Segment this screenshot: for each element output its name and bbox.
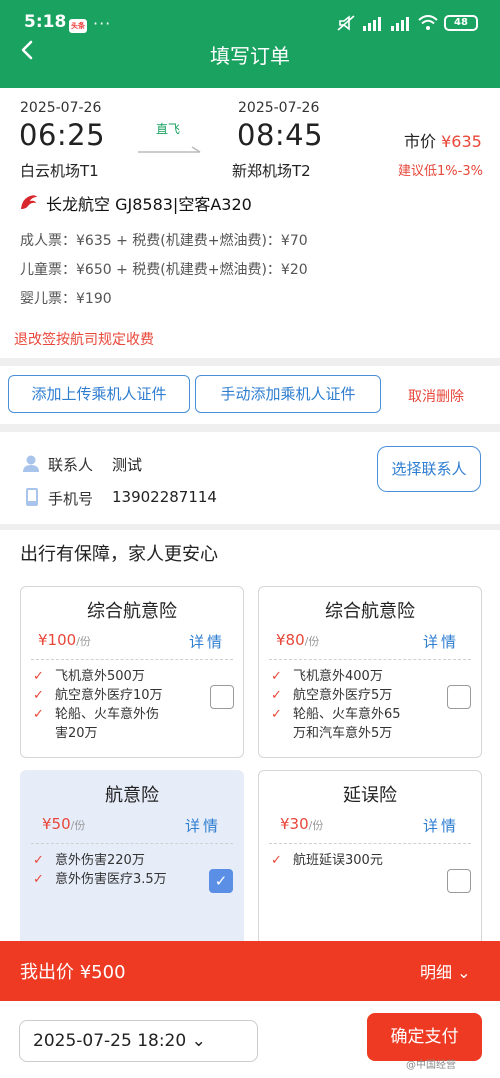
insurance-price: ¥100/份 xyxy=(38,631,91,649)
chevron-down-icon: ⌄ xyxy=(191,1031,206,1051)
insurance-heading: 出行有保障，家人更安心 xyxy=(20,544,218,565)
divider xyxy=(31,659,233,660)
signal-icon xyxy=(391,17,409,31)
status-icons: 48 xyxy=(336,15,478,31)
divider xyxy=(269,843,471,844)
chevron-down-icon: ⌄ xyxy=(457,963,471,982)
fare-infant: 婴儿票：¥190 xyxy=(20,291,112,307)
insurance-name: 综合航意险 xyxy=(325,601,415,622)
insurance-features: ✓ 意外伤害220万 ✓ 意外伤害医疗3.5万 xyxy=(33,853,167,887)
arrive-time: 08:45 xyxy=(237,118,324,152)
insurance-features: ✓ 飞机意外400万 ✓ 航空意外医疗5万 ✓ 轮船、火车意外65 万和汽车意外5万 xyxy=(271,669,401,741)
price-advice: 建议低1%-3% xyxy=(398,164,483,179)
insurance-price: ¥80/份 xyxy=(276,631,320,649)
insurance-name: 延误险 xyxy=(343,785,397,806)
depart-time: 06:25 xyxy=(19,118,106,152)
airline-logo-icon xyxy=(21,195,37,209)
fare-adult: 成人票：¥635 + 税费(机建费+燃油费)：¥70 xyxy=(20,233,308,249)
insurance-features: ✓ 飞机意外500万 ✓ 航空意外医疗10万 ✓ 轮船、火车意外伤 害20万 xyxy=(33,669,163,741)
depart-airport: 白云机场T1 xyxy=(20,162,99,180)
check-icon: ✓ xyxy=(33,853,44,868)
datetime-select[interactable]: 2025-07-25 18:20 ⌄ xyxy=(19,1020,258,1062)
contact-phone-value: 13902287114 xyxy=(112,488,217,506)
insurance-features: ✓ 航班延误300元 xyxy=(271,853,383,868)
airline-info: 长龙航空 GJ8583|空客A320 xyxy=(46,195,252,214)
upload-passenger-id-button[interactable]: 添加上传乘机人证件 xyxy=(8,375,190,413)
check-icon: ✓ xyxy=(271,688,282,703)
fare-child: 儿童票：¥650 + 税费(机建费+燃油费)：¥20 xyxy=(20,262,308,278)
insurance-price: ¥50/份 xyxy=(42,815,86,833)
divider xyxy=(31,843,233,844)
insurance-card-comprehensive-100[interactable]: 综合航意险 ¥100/份 详情 ✓ 飞机意外500万 ✓ 航空意外医疗10万 ✓ 轮船… xyxy=(20,586,244,758)
contact-name-label: 联系人 xyxy=(48,456,94,474)
depart-date: 2025-07-26 xyxy=(20,100,102,116)
insurance-detail-link[interactable]: 详情 xyxy=(189,631,225,652)
arrive-date: 2025-07-26 xyxy=(238,100,320,116)
insurance-card-comprehensive-80[interactable]: 综合航意险 ¥80/份 详情 ✓ 飞机意外400万 ✓ 航空意外医疗5万 ✓ 轮船、火… xyxy=(258,586,482,758)
flight-info-card: 2025-07-26 06:25 白云机场T1 直飞 2025-07-26 08… xyxy=(0,88,500,358)
check-icon: ✓ xyxy=(33,707,44,722)
status-time: 5:18 xyxy=(24,12,67,32)
confirm-pay-button[interactable]: 确定支付 xyxy=(367,1013,482,1061)
insurance-price: ¥30/份 xyxy=(280,815,324,833)
market-price: 市价 ¥635 xyxy=(404,128,482,152)
app-badge-icon: 头条 xyxy=(69,19,87,33)
market-price-value: ¥635 xyxy=(441,132,482,151)
check-icon: ✓ xyxy=(271,707,282,722)
contact-section: 联系人 测试 手机号 13902287114 选择联系人 xyxy=(0,432,500,524)
insurance-name: 综合航意险 xyxy=(87,601,177,622)
contact-phone-label: 手机号 xyxy=(48,490,94,508)
insurance-detail-link[interactable]: 详情 xyxy=(185,815,221,836)
insurance-section: 出行有保障，家人更安心 综合航意险 ¥100/份 详情 ✓ 飞机意外500万 ✓ 航… xyxy=(0,530,500,950)
insurance-checkbox[interactable] xyxy=(447,685,471,709)
flight-arrow-icon xyxy=(138,146,201,153)
check-icon: ✓ xyxy=(271,853,282,868)
wifi-icon xyxy=(418,15,438,30)
arrive-airport: 新郑机场T2 xyxy=(232,162,311,180)
select-contact-button[interactable]: 选择联系人 xyxy=(377,446,481,492)
watermark: @中国经营 xyxy=(406,1060,456,1071)
battery-icon: 48 xyxy=(444,15,478,31)
more-notifications-icon: ··· xyxy=(93,14,112,33)
bid-price: 我出价 ¥500 xyxy=(20,962,126,983)
cancel-delete-link[interactable]: 取消删除 xyxy=(408,386,464,406)
price-detail-toggle[interactable]: 明细 ⌄ xyxy=(420,959,471,983)
contact-name-value: 测试 xyxy=(112,456,143,474)
direct-flight-label: 直飞 xyxy=(156,122,181,136)
passenger-actions: 添加上传乘机人证件 手动添加乘机人证件 取消删除 xyxy=(0,366,500,424)
signal-icon xyxy=(363,17,381,31)
insurance-name: 航意险 xyxy=(105,785,159,806)
divider xyxy=(269,659,471,660)
check-icon: ✓ xyxy=(33,872,44,887)
phone-icon xyxy=(26,488,38,506)
bid-price-bar: 我出价 ¥500 明细 ⌄ xyxy=(0,941,500,1001)
check-icon: ✓ xyxy=(271,669,282,684)
check-icon: ✓ xyxy=(33,688,44,703)
insurance-detail-link[interactable]: 详情 xyxy=(423,631,459,652)
manual-add-passenger-button[interactable]: 手动添加乘机人证件 xyxy=(195,375,381,413)
insurance-card-delay-30[interactable]: 延误险 ¥30/份 详情 ✓ 航班延误300元 xyxy=(258,770,482,950)
insurance-checkbox-checked-icon[interactable]: ✓ xyxy=(209,869,233,893)
person-icon xyxy=(23,455,39,472)
insurance-checkbox[interactable] xyxy=(210,685,234,709)
insurance-detail-link[interactable]: 详情 xyxy=(423,815,459,836)
check-icon: ✓ xyxy=(33,669,44,684)
insurance-card-accident-50[interactable]: 航意险 ¥50/份 详情 ✓ 意外伤害220万 ✓ 意外伤害医疗3.5万 ✓ xyxy=(20,770,244,950)
page-title: 填写订单 xyxy=(210,44,290,68)
refund-rule: 退改签按航司规定收费 xyxy=(14,332,154,348)
mute-icon xyxy=(337,15,355,31)
app-header: 5:18 头条 ··· 48 填写订单 xyxy=(0,0,500,88)
market-label: 市价 xyxy=(404,132,437,151)
insurance-checkbox[interactable] xyxy=(447,869,471,893)
status-bar: 5:18 头条 ··· 48 xyxy=(0,0,500,40)
